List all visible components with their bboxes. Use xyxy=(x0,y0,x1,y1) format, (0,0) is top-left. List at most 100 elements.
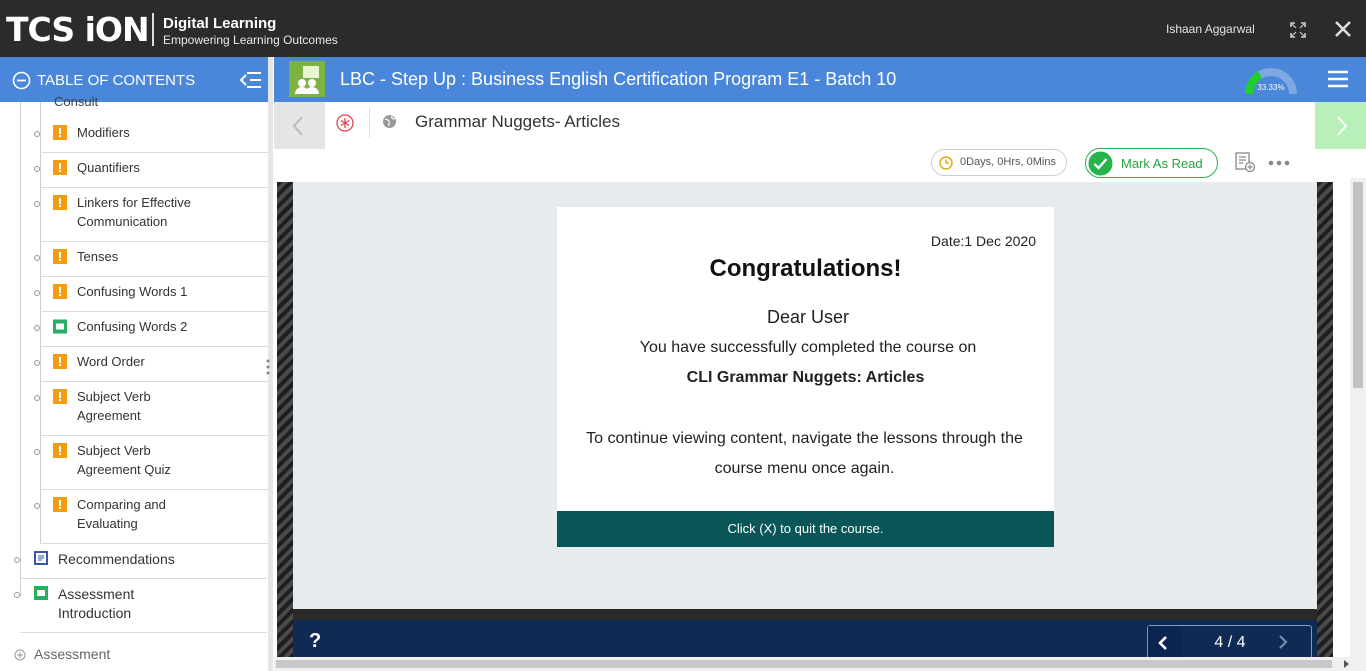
bullet xyxy=(34,166,40,172)
clock-icon xyxy=(939,156,953,170)
quiz-icon xyxy=(53,389,67,404)
bullet xyxy=(14,592,20,598)
toc-section-assessment[interactable]: Assessment xyxy=(12,640,267,670)
logo-divider xyxy=(152,13,154,46)
quiz-icon xyxy=(53,160,67,175)
sidebar-collapse-icon[interactable] xyxy=(240,71,262,89)
video-icon xyxy=(53,319,67,334)
course-header: LBC - Step Up : Business English Certifi… xyxy=(274,57,1366,102)
toc-item-linkers[interactable]: Linkers for Effective Communication xyxy=(34,188,269,242)
lesson-bar: Grammar Nuggets- Articles 0Days, 0Hrs, 0… xyxy=(274,102,1366,178)
bullet xyxy=(34,131,40,137)
toc-item-label: Modifiers xyxy=(77,125,130,140)
brand-subtitle: Empowering Learning Outcomes xyxy=(163,33,338,47)
quiz-icon xyxy=(53,195,67,210)
check-circle-icon xyxy=(1088,151,1113,176)
continue-line: To continue viewing content, navigate th… xyxy=(586,430,1023,447)
globe-icon xyxy=(383,115,396,128)
toc-item-recommendations[interactable]: Recommendations xyxy=(14,544,267,579)
quiz-icon xyxy=(53,284,67,299)
toc-item-word-order[interactable]: Word Order xyxy=(34,347,269,382)
quit-instruction-banner: Click (X) to quit the course. xyxy=(557,511,1054,547)
toc-item-confusing-words-2[interactable]: Confusing Words 2 xyxy=(34,312,269,347)
bullet xyxy=(34,255,40,261)
toc-item-label: Tenses xyxy=(77,249,119,264)
toc-item-label: Subject Verb xyxy=(77,443,151,458)
collapse-circle-icon[interactable] xyxy=(12,71,31,90)
toc-item-label: Evaluating xyxy=(77,516,138,531)
toc-title: TABLE OF CONTENTS xyxy=(37,72,196,89)
bullet xyxy=(34,503,40,509)
quiz-icon xyxy=(53,354,67,369)
toc-item-label: Confusing Words 1 xyxy=(77,284,188,299)
chevron-left-icon xyxy=(1158,636,1167,650)
toc-item-label: Word Order xyxy=(77,354,145,369)
horizontal-scrollbar[interactable] xyxy=(274,657,1366,671)
page-navigator: 4 / 4 xyxy=(1147,625,1312,658)
bullet xyxy=(34,449,40,455)
help-button[interactable]: ? xyxy=(309,630,321,653)
toc-item-modifiers[interactable]: Modifiers xyxy=(34,117,269,153)
bullet xyxy=(34,325,40,331)
username: Ishaan Aggarwal xyxy=(1166,22,1255,36)
prev-lesson-button[interactable] xyxy=(274,102,325,149)
toc-item-subject-verb-agreement-quiz[interactable]: Subject Verb Agreement Quiz xyxy=(34,436,269,490)
bullet xyxy=(34,201,40,207)
toc-sidebar: TABLE OF CONTENTS Consult Modifiers Quan… xyxy=(0,57,273,671)
next-lesson-button[interactable] xyxy=(1315,102,1366,149)
close-icon[interactable] xyxy=(1334,20,1352,38)
toc-item-label: Assessment xyxy=(58,586,135,602)
toc-item-label: Subject Verb xyxy=(77,389,151,404)
continue-line: course menu once again. xyxy=(714,460,895,477)
chevron-right-icon xyxy=(1337,116,1348,136)
tcs-ion-logo: TCS iON xyxy=(6,10,150,49)
toc-item-assessment-introduction[interactable]: Assessment Introduction xyxy=(14,579,267,633)
menu-icon[interactable] xyxy=(1328,70,1348,88)
player-nav-bar: ? 4 / 4 xyxy=(293,620,1317,658)
toc-section-label: Assessment xyxy=(34,646,111,662)
fullscreen-icon[interactable] xyxy=(1290,22,1306,38)
more-options-icon[interactable] xyxy=(1268,160,1290,166)
document-icon xyxy=(34,551,48,565)
player-border xyxy=(1317,182,1333,657)
progress-gauge xyxy=(1245,68,1297,95)
quiz-icon xyxy=(53,443,67,458)
scrollbar-thumb[interactable] xyxy=(276,660,1332,668)
prev-page-button[interactable] xyxy=(1148,626,1181,658)
toc-item-label: Communication xyxy=(77,214,168,229)
completion-heading: Congratulations! xyxy=(709,255,902,282)
quiz-icon xyxy=(53,249,67,264)
time-spent-text: 0Days, 0Hrs, 0Mins xyxy=(960,156,1056,168)
content-player: Date:1 Dec 2020 Congratulations! Dear Us… xyxy=(277,182,1333,658)
required-asterisk-icon xyxy=(336,114,354,132)
content-scrollbar[interactable] xyxy=(1350,178,1366,657)
expand-circle-icon[interactable] xyxy=(14,649,26,661)
resize-handle-icon[interactable] xyxy=(266,358,270,376)
bullet xyxy=(34,290,40,296)
next-page-button[interactable] xyxy=(1276,635,1290,649)
add-note-icon[interactable] xyxy=(1235,152,1255,172)
tree-line xyxy=(20,102,21,597)
completion-card: Date:1 Dec 2020 Congratulations! Dear Us… xyxy=(557,207,1054,547)
toc-item-label: Comparing and xyxy=(77,497,166,512)
mark-as-read-button[interactable]: Mark As Read xyxy=(1085,148,1218,178)
toc-item-comparing-and-evaluating[interactable]: Comparing and Evaluating xyxy=(34,490,269,544)
toc-item-label: Agreement xyxy=(77,408,141,423)
video-icon xyxy=(34,586,48,600)
scroll-right-icon[interactable] xyxy=(1344,660,1349,668)
scrollbar-thumb[interactable] xyxy=(1353,182,1363,388)
quiz-icon xyxy=(53,125,67,140)
quiz-icon xyxy=(53,497,67,512)
toc-item-label: Linkers for Effective xyxy=(77,195,191,210)
course-title: LBC - Step Up : Business English Certifi… xyxy=(340,69,897,89)
toc-item-subject-verb-agreement[interactable]: Subject Verb Agreement xyxy=(34,382,269,436)
toc-item-confusing-words-1[interactable]: Confusing Words 1 xyxy=(34,277,269,312)
toc-item-tenses[interactable]: Tenses xyxy=(34,242,269,277)
content-stage: Date:1 Dec 2020 Congratulations! Dear Us… xyxy=(293,182,1317,609)
continue-instructions: To continue viewing content, navigate th… xyxy=(581,424,1028,484)
completion-message: You have successfully completed the cour… xyxy=(639,339,977,356)
bullet xyxy=(34,360,40,366)
bullet xyxy=(34,395,40,401)
toc-item-quantifiers[interactable]: Quantifiers xyxy=(34,153,269,188)
toc-partial-item[interactable]: Consult xyxy=(54,94,98,109)
